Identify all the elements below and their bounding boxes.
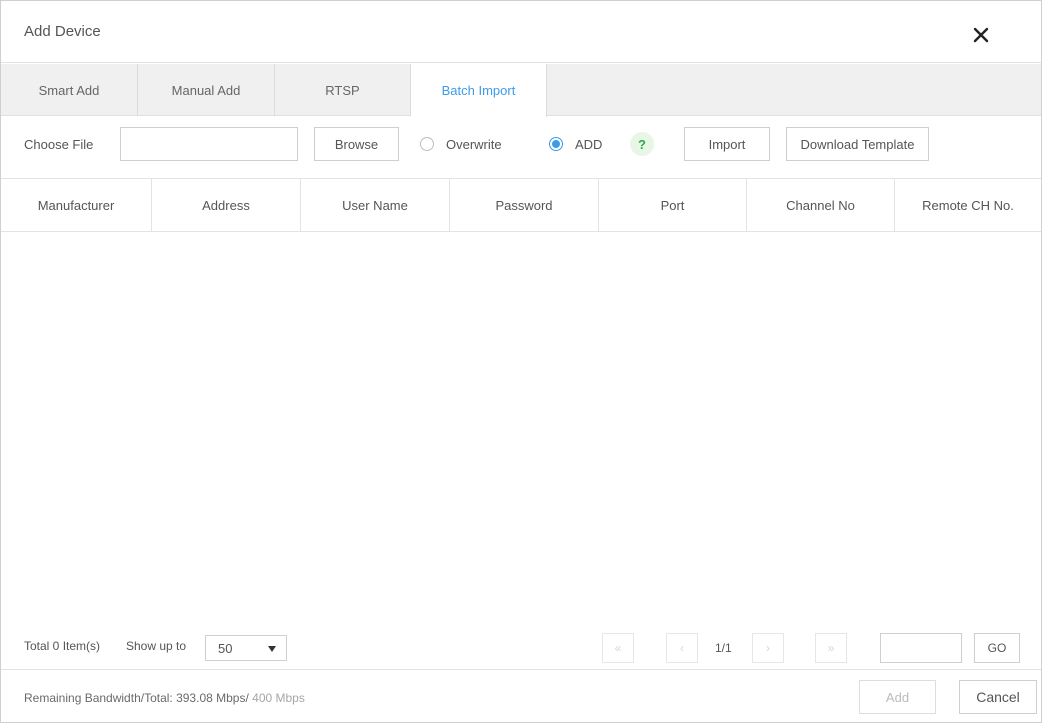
bandwidth-label: Remaining Bandwidth/Total: 393.08 Mbps/ … bbox=[24, 691, 305, 705]
browse-button[interactable]: Browse bbox=[314, 127, 399, 161]
table-body bbox=[1, 233, 1041, 619]
tab-bar: Smart Add Manual Add RTSP Batch Import bbox=[1, 64, 1041, 117]
bandwidth-remaining: Remaining Bandwidth/Total: 393.08 Mbps/ bbox=[24, 691, 249, 705]
tab-smart-add[interactable]: Smart Add bbox=[1, 64, 138, 116]
overwrite-radio[interactable] bbox=[420, 137, 434, 151]
add-radio[interactable] bbox=[549, 137, 563, 151]
goto-page-input[interactable] bbox=[880, 633, 962, 663]
page-size-select[interactable]: 50 bbox=[205, 635, 287, 661]
pagination-bar: Total 0 Item(s) Show up to 50 « ‹ 1/1 › … bbox=[1, 621, 1041, 667]
add-button[interactable]: Add bbox=[859, 680, 936, 714]
chevron-right-icon[interactable]: › bbox=[752, 633, 784, 663]
add-device-dialog: Add Device Smart Add Manual Add RTSP Bat… bbox=[0, 0, 1042, 723]
column-header-channel-no[interactable]: Channel No bbox=[747, 179, 895, 231]
dialog-title: Add Device bbox=[24, 23, 101, 40]
column-header-remote-ch-no[interactable]: Remote CH No. bbox=[895, 179, 1041, 231]
double-chevron-right-icon[interactable]: » bbox=[815, 633, 847, 663]
import-toolbar: Choose File Browse Overwrite ADD ? Impor… bbox=[1, 117, 1041, 175]
file-path-input[interactable] bbox=[120, 127, 298, 161]
total-items-label: Total 0 Item(s) bbox=[24, 639, 101, 653]
download-template-button[interactable]: Download Template bbox=[786, 127, 929, 161]
choose-file-label: Choose File bbox=[24, 137, 94, 152]
double-chevron-left-icon[interactable]: « bbox=[602, 633, 634, 663]
column-header-password[interactable]: Password bbox=[450, 179, 599, 231]
help-icon[interactable]: ? bbox=[630, 132, 654, 156]
show-up-to-label: Show up to bbox=[126, 639, 187, 653]
page-indicator: 1/1 bbox=[715, 641, 732, 655]
table-header: Manufacturer Address User Name Password … bbox=[1, 178, 1041, 232]
add-mode-label: ADD bbox=[575, 137, 603, 152]
column-header-address[interactable]: Address bbox=[152, 179, 301, 231]
bandwidth-total: 400 Mbps bbox=[252, 691, 305, 705]
column-header-manufacturer[interactable]: Manufacturer bbox=[1, 179, 152, 231]
column-header-port[interactable]: Port bbox=[599, 179, 747, 231]
tab-rtsp[interactable]: RTSP bbox=[275, 64, 411, 116]
tab-batch-import[interactable]: Batch Import bbox=[411, 64, 547, 117]
cancel-button[interactable]: Cancel bbox=[959, 680, 1037, 714]
close-icon[interactable] bbox=[969, 23, 993, 47]
column-header-user-name[interactable]: User Name bbox=[301, 179, 450, 231]
page-size-value: 50 bbox=[218, 641, 233, 656]
overwrite-label: Overwrite bbox=[446, 137, 502, 152]
dialog-titlebar: Add Device bbox=[1, 1, 1041, 63]
caret-down-icon bbox=[268, 646, 276, 652]
chevron-left-icon[interactable]: ‹ bbox=[666, 633, 698, 663]
go-button[interactable]: GO bbox=[974, 633, 1020, 663]
tab-manual-add[interactable]: Manual Add bbox=[138, 64, 275, 116]
dialog-footer: Remaining Bandwidth/Total: 393.08 Mbps/ … bbox=[1, 669, 1041, 723]
import-button[interactable]: Import bbox=[684, 127, 770, 161]
